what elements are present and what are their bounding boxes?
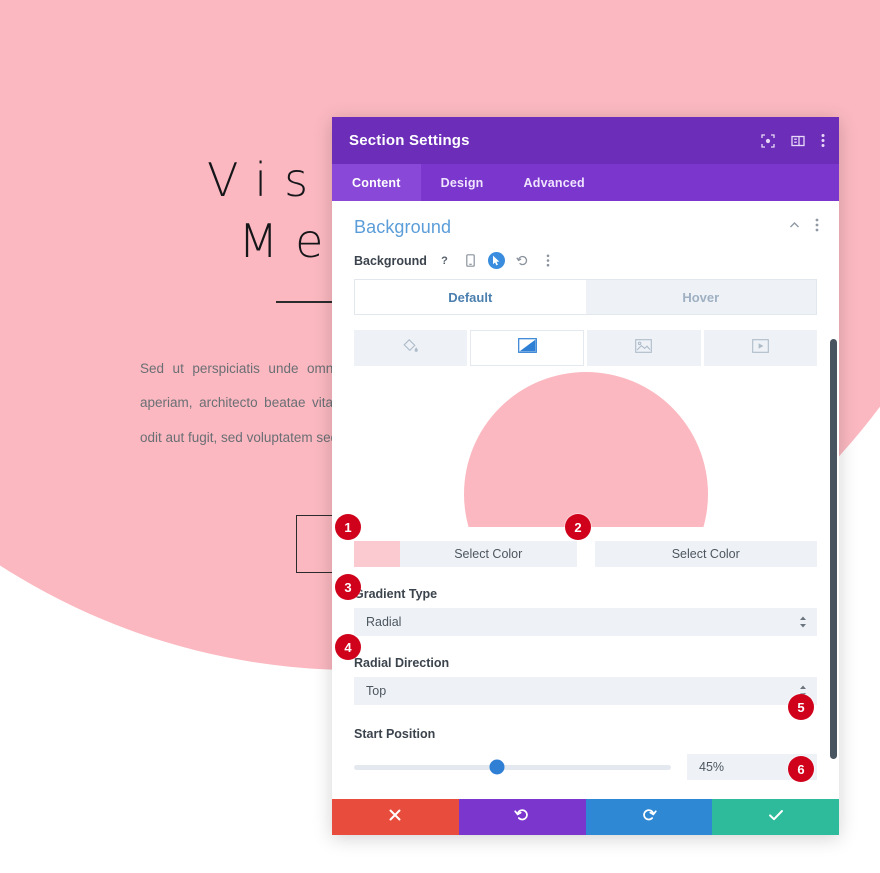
background-field-label: Background — [354, 253, 427, 268]
modal-title: Section Settings — [349, 132, 470, 149]
chevron-up-icon[interactable] — [788, 219, 801, 237]
annotation-badge-2: 2 — [565, 514, 591, 540]
page-divider — [276, 301, 334, 303]
annotation-badge-1: 1 — [335, 514, 361, 540]
state-tab-default[interactable]: Default — [355, 280, 586, 314]
modal-body: Background Background ? Default Hover Se… — [332, 201, 839, 799]
kebab-menu-icon[interactable] — [540, 252, 557, 269]
kebab-menu-icon[interactable] — [821, 133, 825, 148]
radial-direction-value: Top — [366, 684, 387, 698]
redo-button[interactable] — [585, 799, 713, 835]
modal-scrollbar[interactable] — [830, 339, 837, 759]
screenshot-root: Vis Illu Medio Sed ut perspiciatis unde … — [0, 0, 880, 873]
video-icon — [751, 338, 769, 358]
target-icon[interactable] — [761, 133, 775, 148]
tab-design[interactable]: Design — [421, 164, 504, 201]
tab-advanced[interactable]: Advanced — [504, 164, 605, 201]
color-swatch-1[interactable] — [354, 541, 400, 567]
gradient-type-label: Gradient Type — [354, 587, 438, 601]
modal-header-icons — [761, 133, 825, 148]
kebab-menu-icon[interactable] — [815, 218, 819, 237]
close-icon — [388, 808, 402, 827]
radial-direction-label: Radial Direction — [354, 656, 450, 670]
section-title: Background — [354, 217, 452, 237]
layout-icon[interactable] — [791, 134, 805, 148]
background-type-tabs — [354, 330, 817, 366]
undo-button[interactable] — [458, 799, 586, 835]
annotation-badge-6: 6 — [788, 756, 814, 782]
gradient-type-value: Radial — [366, 615, 402, 629]
save-button[interactable] — [712, 799, 839, 835]
hover-icon[interactable] — [487, 252, 505, 269]
chevron-updown-icon — [799, 616, 807, 628]
background-section-header: Background — [332, 201, 839, 244]
start-position-knob[interactable] — [489, 759, 505, 775]
background-field-row: Background ? — [332, 244, 839, 269]
undo-icon — [514, 807, 530, 828]
section-tools — [788, 218, 819, 237]
modal-footer — [332, 799, 839, 835]
modal-scrollbar-thumb[interactable] — [830, 339, 837, 759]
modal-header: Section Settings — [332, 117, 839, 164]
start-position-slider[interactable] — [354, 759, 671, 775]
background-type-image[interactable] — [587, 330, 701, 366]
annotation-badge-4: 4 — [335, 634, 361, 660]
tab-content[interactable]: Content — [332, 164, 421, 201]
gradient-color-2: Select Color — [594, 541, 817, 567]
state-tab-hover[interactable]: Hover — [585, 280, 816, 314]
state-tab-group: Default Hover — [354, 279, 817, 315]
section-settings-modal: Section Settings Content Design Advanced… — [332, 117, 839, 835]
select-color-button-1[interactable]: Select Color — [400, 541, 577, 567]
gradient-preview — [354, 372, 817, 527]
start-position-label: Start Position — [354, 727, 436, 741]
image-icon — [635, 338, 653, 358]
mobile-icon[interactable] — [462, 252, 479, 269]
background-type-video[interactable] — [703, 330, 817, 366]
gradient-preview-shape — [463, 372, 708, 527]
annotation-badge-3: 3 — [335, 574, 361, 600]
help-icon[interactable]: ? — [436, 252, 453, 269]
gradient-color-row: Select Color Select Color — [354, 541, 817, 567]
modal-tab-bar: Content Design Advanced — [332, 164, 839, 201]
redo-icon — [641, 807, 657, 828]
gradient-type-select[interactable]: Radial — [354, 608, 817, 636]
start-position-label-row: Start Position — [354, 727, 817, 741]
check-icon — [768, 808, 784, 827]
background-type-color[interactable] — [354, 330, 468, 366]
annotation-badge-5: 5 — [788, 694, 814, 720]
background-type-gradient[interactable] — [470, 330, 585, 366]
radial-direction-select[interactable]: Top — [354, 677, 817, 705]
reset-icon[interactable] — [514, 252, 531, 269]
select-color-button-2[interactable]: Select Color — [594, 541, 817, 567]
gradient-icon — [517, 338, 537, 358]
cancel-button[interactable] — [332, 799, 459, 835]
gradient-color-1: Select Color — [354, 541, 577, 567]
start-position-slider-row: 45% — [354, 754, 817, 780]
paint-bucket-icon — [403, 338, 419, 359]
